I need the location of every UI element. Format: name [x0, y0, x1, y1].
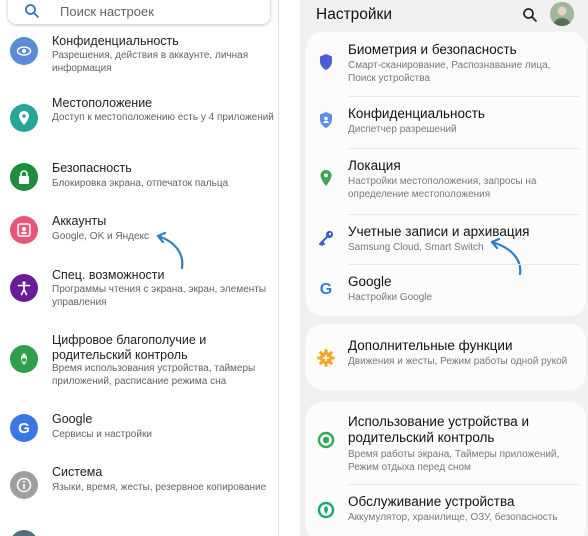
search-icon[interactable] [522, 7, 538, 23]
settings-item-biometrics[interactable]: Биометрия и безопасность Смарт-сканирова… [306, 32, 586, 94]
settings-card: Дополнительные функции Движения и жесты,… [306, 324, 586, 390]
item-subtitle: Время работы экрана, Таймеры приложений,… [348, 449, 560, 473]
settings-item-accessibility[interactable]: Спец. возможности Программы чтения с экр… [0, 268, 278, 330]
search-icon [25, 4, 39, 18]
settings-item-system[interactable]: Система Языки, время, жесты, резервное к… [0, 465, 278, 527]
item-subtitle: Сервисы и настройки [52, 429, 152, 440]
lock-icon [10, 163, 38, 191]
item-subtitle: Программы чтения с экрана, экран, элемен… [52, 284, 267, 308]
item-subtitle: Движения и жесты, Режим работы одной рук… [348, 356, 568, 367]
settings-item-security[interactable]: Безопасность Блокировка экрана, отпечато… [0, 161, 278, 213]
next-item-icon [10, 530, 38, 536]
shield-icon [316, 52, 336, 72]
item-title: Учетные записи и архивация [348, 224, 530, 239]
item-title: Дополнительные функции [348, 338, 513, 353]
divider [348, 264, 580, 265]
samsung-settings: Настройки Биометрия и безопасность Смарт… [300, 0, 588, 536]
gear-plus-icon [316, 348, 336, 368]
item-title: Google [52, 412, 93, 426]
divider [348, 148, 580, 149]
divider [348, 214, 580, 215]
settings-item-google[interactable]: G Google Настройки Google [306, 266, 586, 312]
settings-item-location[interactable]: Локация Настройки местоположения, запрос… [306, 150, 586, 210]
page-title: Настройки [316, 6, 393, 23]
item-title: Конфиденциальность [52, 34, 179, 48]
eye-icon [10, 37, 38, 65]
item-subtitle: Настройки Google [348, 292, 433, 303]
item-title: Биометрия и безопасность [348, 42, 517, 57]
settings-card: Биометрия и безопасность Смарт-сканирова… [306, 32, 586, 316]
pointer-arrow-icon [156, 231, 184, 270]
search-bar[interactable]: Поиск настроек [8, 0, 270, 24]
settings-item-digital-wellbeing[interactable]: Цифровое благополучие и родительский кон… [0, 333, 278, 409]
info-icon [10, 471, 38, 499]
key-icon [316, 228, 336, 248]
settings-item-device-care[interactable]: Обслуживание устройства Аккумулятор, хра… [306, 486, 586, 536]
wellbeing-icon [10, 345, 38, 373]
item-subtitle: Блокировка экрана, отпечаток пальца [52, 178, 229, 189]
stock-android-settings: Поиск настроек Конфиденциальность Разреш… [0, 0, 278, 536]
settings-item-privacy[interactable]: Конфиденциальность Диспетчер разрешений [306, 98, 586, 144]
search-placeholder: Поиск настроек [60, 3, 154, 19]
item-title: Обслуживание устройства [348, 494, 515, 509]
settings-item-privacy[interactable]: Конфиденциальность Разрешения, действия … [0, 34, 278, 96]
location-pin-icon [316, 168, 336, 188]
item-title: Безопасность [52, 161, 132, 175]
item-subtitle: Время использования устройства, таймеры … [52, 363, 256, 387]
privacy-shield-icon [316, 110, 336, 130]
item-title: Система [52, 465, 103, 479]
settings-card: Использование устройства и родительский … [306, 402, 586, 536]
item-subtitle: Разрешения, действия в аккаунте, личная … [52, 50, 249, 74]
item-subtitle: Диспетчер разрешений [348, 124, 457, 135]
device-care-icon [316, 500, 336, 520]
item-title: Конфиденциальность [348, 106, 485, 121]
account-icon [10, 216, 38, 244]
app-header: Настройки [300, 0, 588, 36]
settings-item-location[interactable]: Местоположение Доступ к местоположению е… [0, 96, 278, 160]
location-pin-icon [10, 104, 38, 132]
item-title: Местоположение [52, 96, 153, 110]
item-subtitle: Языки, время, жесты, резервное копирован… [52, 482, 267, 493]
item-title: Спец. возможности [52, 268, 165, 282]
settings-item-accounts[interactable]: Аккаунты Google, OK и Яндекс [0, 214, 278, 270]
google-g-icon: G [10, 414, 38, 442]
accessibility-icon [10, 274, 38, 302]
wellbeing-icon [316, 430, 336, 450]
item-subtitle: Настройки местоположения, запросы на опр… [348, 176, 537, 200]
item-subtitle: Смарт-сканирование, Распознавание лица, … [348, 60, 551, 84]
avatar[interactable] [550, 2, 574, 26]
item-title: Локация [348, 158, 401, 173]
item-subtitle: Аккумулятор, хранилище, ОЗУ, безопасност… [348, 512, 558, 523]
item-title: Google [348, 274, 392, 289]
settings-item-google[interactable]: G Google Сервисы и настройки [0, 412, 278, 464]
settings-item-device-usage[interactable]: Использование устройства и родительский … [306, 402, 586, 480]
item-subtitle: Доступ к местоположению есть у 4 приложе… [52, 112, 274, 123]
settings-item-advanced-features[interactable]: Дополнительные функции Движения и жесты,… [306, 324, 586, 390]
item-subtitle: Samsung Cloud, Smart Switch [348, 242, 484, 253]
settings-item-accounts-backup[interactable]: Учетные записи и архивация Samsung Cloud… [306, 216, 586, 276]
divider [348, 96, 580, 97]
divider [348, 484, 580, 485]
item-title: Использование устройства и родительский … [348, 414, 530, 445]
item-title: Цифровое благополучие и родительский кон… [52, 333, 207, 362]
google-g-icon: G [319, 281, 333, 298]
